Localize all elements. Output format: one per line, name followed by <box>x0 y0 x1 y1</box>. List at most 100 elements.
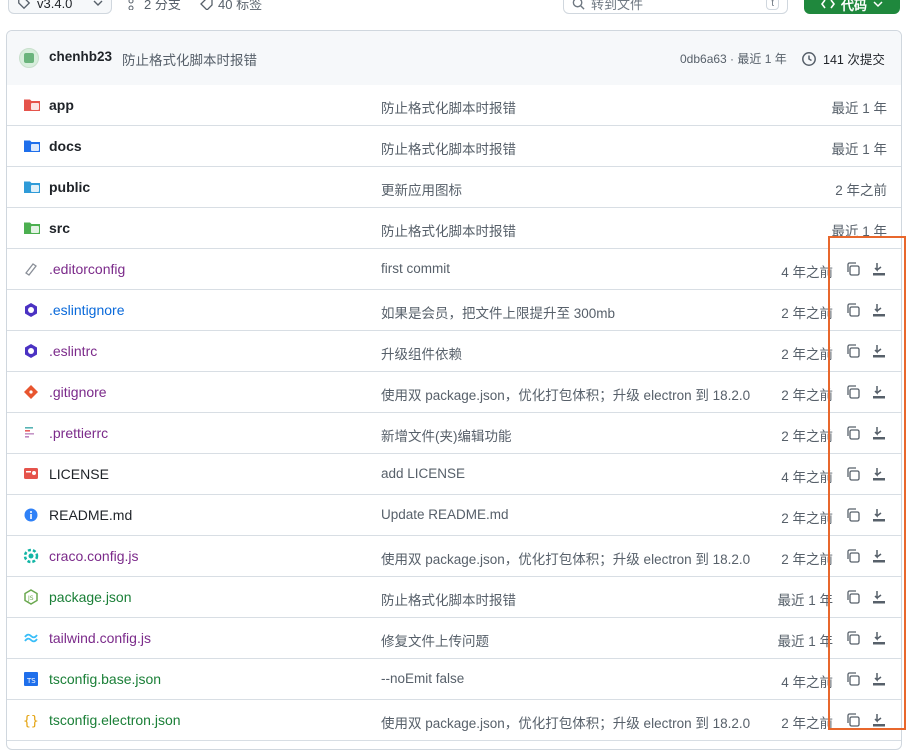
commit-message-link[interactable]: 防止格式化脚本时报错 <box>381 138 516 158</box>
folder-name-link[interactable]: app <box>49 97 74 113</box>
file-name-link[interactable]: tsconfig.base.json <box>49 671 161 687</box>
file-row[interactable]: LICENSE add LICENSE 4 年之前 <box>7 454 901 495</box>
file-name-link[interactable]: .gitignore <box>49 384 107 400</box>
copy-icon[interactable] <box>845 425 861 441</box>
file-row[interactable]: .eslintignore 如果是会员，把文件上限提升至 300mb 2 年之前 <box>7 290 901 331</box>
download-icon[interactable] <box>871 671 887 687</box>
copy-icon[interactable] <box>845 589 861 605</box>
commit-message-link[interactable]: 如果是会员，把文件上限提升至 300mb <box>381 302 615 322</box>
download-icon[interactable] <box>871 261 887 277</box>
file-row[interactable]: TS tsconfig.base.json --noEmit false 4 年… <box>7 659 901 700</box>
copy-icon[interactable] <box>845 343 861 359</box>
file-row[interactable]: .gitignore 使用双 package.json，优化打包体积；升级 el… <box>7 372 901 413</box>
file-row[interactable]: .prettierrc 新增文件(夹)编辑功能 2 年之前 <box>7 413 901 454</box>
file-row[interactable]: .editorconfig first commit 4 年之前 <box>7 249 901 290</box>
commit-time: 2 年之前 <box>781 552 833 567</box>
json-braces-icon: {} <box>23 712 41 729</box>
commit-message-link[interactable]: 防止格式化脚本时报错 <box>381 220 516 240</box>
file-name-link[interactable]: tsconfig.electron.json <box>49 712 181 728</box>
file-row[interactable]: craco.config.js 使用双 package.json，优化打包体积；… <box>7 536 901 577</box>
file-row[interactable]: .eslintrc 升级组件依赖 2 年之前 <box>7 331 901 372</box>
file-name-link[interactable]: README.md <box>49 507 132 523</box>
download-icon[interactable] <box>871 425 887 441</box>
code-icon <box>820 0 835 9</box>
folder-name-link[interactable]: src <box>49 220 70 236</box>
folder-name-link[interactable]: docs <box>49 138 82 154</box>
commit-hash[interactable]: 0db6a63 · 最近 1 年 <box>680 50 787 67</box>
commit-message-link[interactable]: 更新应用图标 <box>381 179 462 199</box>
commit-message-link[interactable]: first commit <box>381 261 450 276</box>
folder-row[interactable]: docs 防止格式化脚本时报错 最近 1 年 <box>7 126 901 167</box>
copy-icon[interactable] <box>845 384 861 400</box>
tag-icon <box>18 0 31 10</box>
commit-message-link[interactable]: 使用双 package.json，优化打包体积；升级 electron 到 18… <box>381 712 750 732</box>
commit-time: 最近 1 年 <box>777 593 833 608</box>
commit-time: 2 年之前 <box>781 388 833 403</box>
download-icon[interactable] <box>871 507 887 523</box>
tags-link[interactable]: 40 标签 <box>200 0 262 13</box>
commit-message-link[interactable]: 升级组件依赖 <box>381 343 462 363</box>
chevron-down-icon <box>873 1 883 8</box>
commit-message-link[interactable]: 修复文件上传问题 <box>381 630 489 650</box>
download-icon[interactable] <box>871 712 887 728</box>
branches-link[interactable]: 2 分支 <box>128 0 181 13</box>
file-row[interactable]: tailwind.config.js 修复文件上传问题 最近 1 年 <box>7 618 901 659</box>
download-icon[interactable] <box>871 466 887 482</box>
file-name-link[interactable]: package.json <box>49 589 132 605</box>
folder-name-link[interactable]: public <box>49 179 90 195</box>
folder-row[interactable]: src 防止格式化脚本时报错 最近 1 年 <box>7 208 901 249</box>
tag-icon <box>200 0 213 10</box>
svg-text:JS: JS <box>27 595 34 602</box>
commit-message-link[interactable]: Update README.md <box>381 507 509 522</box>
file-name-link[interactable]: .eslintignore <box>49 302 125 318</box>
commit-message[interactable]: 防止格式化脚本时报错 <box>122 49 257 69</box>
download-icon[interactable] <box>871 384 887 400</box>
file-name-link[interactable]: tailwind.config.js <box>49 630 151 646</box>
download-icon[interactable] <box>871 343 887 359</box>
copy-icon[interactable] <box>845 507 861 523</box>
copy-icon[interactable] <box>845 548 861 564</box>
file-row[interactable]: README.md Update README.md 2 年之前 <box>7 495 901 536</box>
commit-message-link[interactable]: 使用双 package.json，优化打包体积；升级 electron 到 18… <box>381 384 750 404</box>
copy-icon[interactable] <box>845 261 861 277</box>
code-button[interactable]: 代码 <box>804 0 900 14</box>
download-icon[interactable] <box>871 630 887 646</box>
copy-icon[interactable] <box>845 302 861 318</box>
file-name-link[interactable]: .editorconfig <box>49 261 125 277</box>
commit-time: 4 年之前 <box>781 470 833 485</box>
branches-count: 2 分支 <box>144 0 181 12</box>
copy-icon[interactable] <box>845 671 861 687</box>
commit-message-link[interactable]: 防止格式化脚本时报错 <box>381 97 516 117</box>
info-icon <box>23 507 41 523</box>
copy-icon[interactable] <box>845 466 861 482</box>
file-name-link[interactable]: craco.config.js <box>49 548 138 564</box>
folder-green-icon <box>23 220 41 236</box>
folder-globe-icon <box>23 179 41 195</box>
go-to-file-input[interactable]: 转到文件 t <box>563 0 788 14</box>
download-icon[interactable] <box>871 548 887 564</box>
commit-time: 2 年之前 <box>835 183 887 198</box>
file-row[interactable]: {} tsconfig.electron.json 使用双 package.js… <box>7 700 901 741</box>
commit-message-link[interactable]: add LICENSE <box>381 466 465 481</box>
commit-author[interactable]: chenhb23 <box>49 49 112 64</box>
commit-message-link[interactable]: --noEmit false <box>381 671 464 686</box>
commit-message-link[interactable]: 新增文件(夹)编辑功能 <box>381 425 512 445</box>
tsconfig-icon: TS <box>23 671 41 687</box>
svg-text:TS: TS <box>26 677 36 685</box>
copy-icon[interactable] <box>845 712 861 728</box>
file-name-link[interactable]: .prettierrc <box>49 425 108 441</box>
branch-select-button[interactable]: v3.4.0 <box>8 0 112 14</box>
file-name-link[interactable]: .eslintrc <box>49 343 97 359</box>
commit-message-link[interactable]: 防止格式化脚本时报错 <box>381 589 516 609</box>
folder-row[interactable]: app 防止格式化脚本时报错 最近 1 年 <box>7 85 901 126</box>
commit-message-link[interactable]: 使用双 package.json，优化打包体积；升级 electron 到 18… <box>381 548 750 568</box>
avatar[interactable] <box>19 48 39 68</box>
download-icon[interactable] <box>871 589 887 605</box>
download-icon[interactable] <box>871 302 887 318</box>
folder-row[interactable]: public 更新应用图标 2 年之前 <box>7 167 901 208</box>
file-name-link[interactable]: LICENSE <box>49 466 109 482</box>
file-row[interactable]: JS package.json 防止格式化脚本时报错 最近 1 年 <box>7 577 901 618</box>
copy-icon[interactable] <box>845 630 861 646</box>
commit-time: 2 年之前 <box>781 347 833 362</box>
commit-history-link[interactable]: 141 次提交 <box>801 49 885 68</box>
